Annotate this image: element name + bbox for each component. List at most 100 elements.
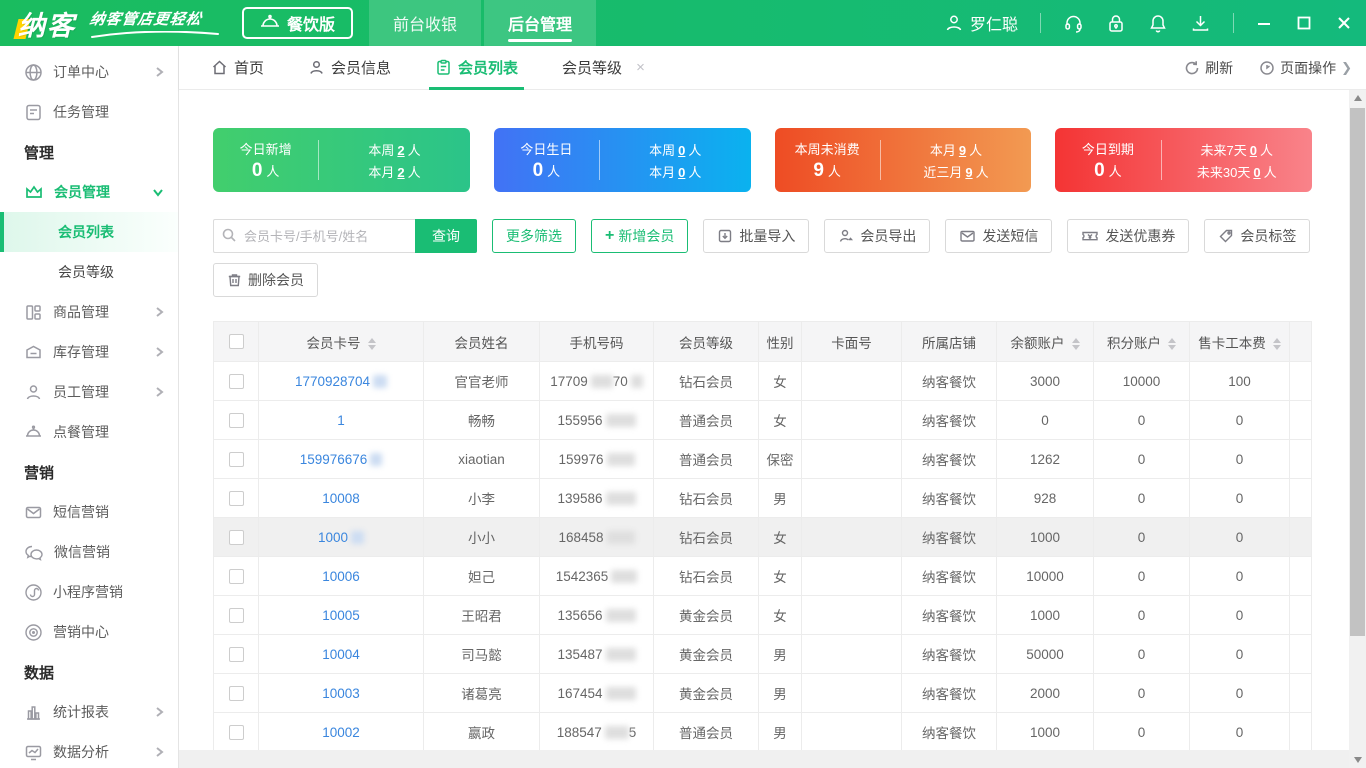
table-row[interactable]: 10008 小李 139586 钻石会员 男 纳客餐饮 928 0 0 bbox=[213, 478, 1312, 518]
row-checkbox[interactable] bbox=[228, 490, 244, 506]
row-checkbox[interactable] bbox=[228, 412, 244, 428]
sidebar-item-staff-manage[interactable]: 员工管理 bbox=[0, 372, 178, 412]
sidebar-item-report[interactable]: 统计报表 bbox=[0, 692, 178, 732]
card-no-link[interactable]: 1000 bbox=[318, 530, 348, 545]
redaction bbox=[351, 531, 365, 545]
sidebar-section-manage: 管理 bbox=[24, 144, 55, 162]
scroll-up-icon[interactable] bbox=[1349, 90, 1366, 106]
send-sms-button[interactable]: 发送短信 bbox=[945, 219, 1053, 253]
card-no-link[interactable]: 1770928704 bbox=[295, 374, 370, 389]
member-tag-button[interactable]: 会员标签 bbox=[1204, 219, 1311, 253]
more-filter-button[interactable]: 更多筛选 bbox=[492, 219, 576, 253]
scrollbar-thumb[interactable] bbox=[1350, 108, 1365, 636]
col-phone: 手机号码 bbox=[539, 321, 654, 362]
card-no-link[interactable]: 10003 bbox=[322, 686, 360, 701]
sidebar-item-member-list[interactable]: 会员列表 bbox=[0, 212, 178, 252]
notification-bell-icon[interactable] bbox=[1148, 13, 1168, 34]
sidebar-item-task-manage[interactable]: 任务管理 bbox=[0, 92, 178, 132]
edition-button[interactable]: 餐饮版 bbox=[242, 7, 354, 39]
scroll-down-icon[interactable] bbox=[1349, 752, 1366, 768]
sidebar-item-dining-manage[interactable]: 点餐管理 bbox=[0, 412, 178, 452]
nav-front-cashier[interactable]: 前台收银 bbox=[369, 0, 482, 46]
sidebar-item-member-manage[interactable]: 会员管理 bbox=[0, 172, 178, 212]
row-checkbox[interactable] bbox=[228, 724, 244, 740]
goods-icon bbox=[26, 304, 41, 320]
card-no-link[interactable]: 10006 bbox=[322, 569, 360, 584]
col-points[interactable]: 积分账户 bbox=[1093, 321, 1190, 362]
refresh-button[interactable]: 刷新 bbox=[1184, 58, 1233, 78]
sort-icon[interactable] bbox=[367, 337, 376, 350]
redaction bbox=[605, 492, 636, 506]
globe-icon bbox=[25, 63, 42, 81]
lock-icon[interactable] bbox=[1106, 13, 1126, 34]
sidebar-item-goods-manage[interactable]: 商品管理 bbox=[0, 292, 178, 332]
row-checkbox[interactable] bbox=[228, 451, 244, 467]
sort-icon[interactable] bbox=[1168, 337, 1176, 350]
support-headset-icon[interactable] bbox=[1063, 13, 1084, 34]
table-row[interactable]: 10005 王昭君 135656 黄金会员 女 纳客餐饮 1000 0 0 bbox=[213, 595, 1312, 635]
miniprogram-icon bbox=[25, 583, 42, 601]
sidebar-item-marketing-center[interactable]: 营销中心 bbox=[0, 612, 178, 652]
table-row[interactable]: 10004 司马懿 135487 黄金会员 男 纳客餐饮 50000 0 0 bbox=[213, 634, 1312, 674]
table-row[interactable]: 1770928704 官官老师 17709 70 钻石会员 女 纳客餐饮 3000… bbox=[213, 361, 1312, 401]
row-checkbox[interactable] bbox=[228, 568, 244, 584]
sidebar-item-order-center[interactable]: 订单中心 bbox=[0, 52, 178, 92]
tab-close-icon[interactable]: × bbox=[636, 59, 645, 76]
select-all-checkbox[interactable] bbox=[228, 334, 244, 350]
tab-member-list[interactable]: 会员列表 bbox=[429, 46, 525, 90]
card-no-link[interactable]: 159976676 bbox=[300, 452, 368, 467]
page-operations-button[interactable]: 页面操作 ❯ bbox=[1259, 58, 1352, 78]
row-checkbox[interactable] bbox=[228, 529, 244, 545]
row-checkbox[interactable] bbox=[228, 373, 244, 389]
add-member-button[interactable]: + 新增会员 bbox=[591, 219, 689, 253]
vertical-scrollbar[interactable] bbox=[1349, 90, 1366, 768]
sidebar-item-inventory-manage[interactable]: 库存管理 bbox=[0, 332, 178, 372]
stat-card-no-consume-week[interactable]: 本周未消费 9人 本月 9 人 近三月 9 人 bbox=[774, 128, 1032, 192]
batch-import-button[interactable]: 批量导入 bbox=[703, 219, 810, 253]
stat-card-birthday-today[interactable]: 今日生日 0人 本周 0 人 本月 0 人 bbox=[493, 128, 751, 192]
window-maximize-icon[interactable] bbox=[1296, 15, 1312, 31]
download-icon[interactable] bbox=[1190, 13, 1211, 33]
tab-member-info[interactable]: 会员信息 bbox=[308, 46, 391, 90]
tab-home[interactable]: 首页 bbox=[211, 46, 264, 90]
table-row[interactable]: 1 畅畅 155956 普通会员 女 纳客餐饮 0 0 0 bbox=[213, 400, 1312, 440]
col-fee[interactable]: 售卡工本费 bbox=[1189, 321, 1290, 362]
card-no-link[interactable]: 1 bbox=[337, 413, 345, 428]
send-coupon-button[interactable]: 发送优惠券 bbox=[1067, 219, 1190, 253]
col-card-no[interactable]: 会员卡号 bbox=[258, 321, 424, 362]
redaction bbox=[370, 453, 383, 467]
row-checkbox[interactable] bbox=[228, 685, 244, 701]
card-no-link[interactable]: 10005 bbox=[322, 608, 360, 623]
sidebar-item-data-analysis[interactable]: 数据分析 bbox=[0, 732, 178, 768]
sort-icon[interactable] bbox=[1071, 337, 1080, 350]
table-row[interactable]: 10006 妲己 1542365 钻石会员 女 纳客餐饮 10000 0 0 bbox=[213, 556, 1312, 596]
search-input[interactable] bbox=[213, 219, 415, 253]
user-account[interactable]: 罗仁聪 bbox=[944, 11, 1018, 35]
window-minimize-icon[interactable] bbox=[1256, 15, 1272, 31]
sidebar-item-sms-marketing[interactable]: 短信营销 bbox=[0, 492, 178, 532]
col-balance[interactable]: 余额账户 bbox=[996, 321, 1094, 362]
sidebar-item-miniprogram-marketing[interactable]: 小程序营销 bbox=[0, 572, 178, 612]
card-no-link[interactable]: 10008 bbox=[322, 491, 360, 506]
table-row[interactable]: 10002 嬴政 188547 5 普通会员 男 纳客餐饮 1000 0 0 bbox=[213, 712, 1312, 752]
row-checkbox[interactable] bbox=[228, 646, 244, 662]
sidebar-item-wechat-marketing[interactable]: 微信营销 bbox=[0, 532, 178, 572]
row-checkbox[interactable] bbox=[228, 607, 244, 623]
search-button[interactable]: 查询 bbox=[415, 219, 477, 253]
card-no-link[interactable]: 10004 bbox=[322, 647, 360, 662]
sidebar-item-member-level[interactable]: 会员等级 bbox=[0, 252, 178, 292]
table-row[interactable]: 10003 诸葛亮 167454 黄金会员 男 纳客餐饮 2000 0 0 bbox=[213, 673, 1312, 713]
sort-icon[interactable] bbox=[1272, 337, 1281, 350]
stat-card-expire-today[interactable]: 今日到期 0人 未来7天 0 人 未来30天 0 人 bbox=[1055, 128, 1312, 192]
member-export-button[interactable]: 会员导出 bbox=[824, 219, 931, 253]
card-no-link[interactable]: 10002 bbox=[322, 725, 360, 740]
delete-member-button[interactable]: 删除会员 bbox=[213, 263, 318, 297]
table-row[interactable]: 159976676 xiaotian 159976 普通会员 保密 纳客餐饮 1… bbox=[213, 439, 1312, 479]
horizontal-scrollbar-track[interactable] bbox=[179, 750, 1349, 768]
stat-card-new-today[interactable]: 今日新增 0人 本周 2 人 本月 2 人 bbox=[213, 128, 470, 192]
tab-member-level[interactable]: 会员等级 bbox=[562, 46, 622, 90]
topbar: 纳客 纳客管店更轻松 餐饮版 前台收银 后台管理 罗仁聪 bbox=[0, 0, 1366, 46]
window-close-icon[interactable] bbox=[1336, 15, 1352, 31]
table-row[interactable]: 1000 小小 168458 钻石会员 女 纳客餐饮 1000 0 0 bbox=[213, 517, 1312, 557]
nav-back-manage[interactable]: 后台管理 bbox=[484, 0, 597, 46]
